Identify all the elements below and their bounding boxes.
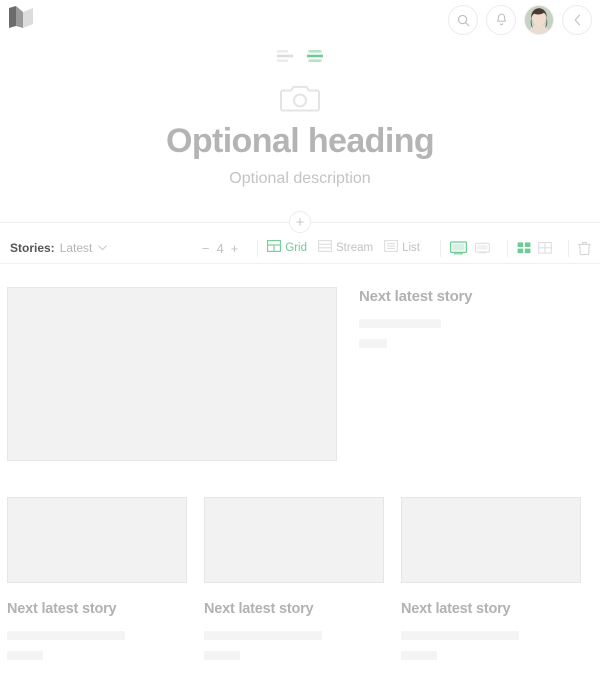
story-card-row: Next latest story Next latest story Next… (0, 497, 600, 660)
desktop-small-icon[interactable] (474, 241, 491, 255)
story-meta-bar-long (401, 631, 519, 640)
story-meta-bar-short (7, 651, 43, 660)
header-alignment-toggles (0, 49, 600, 63)
story-image-placeholder[interactable] (7, 287, 337, 461)
stepper-value: 4 (216, 240, 224, 256)
story-card[interactable]: Next latest story (204, 497, 384, 660)
align-left-icon[interactable] (276, 49, 294, 63)
view-mode-grid-label: Grid (285, 242, 308, 254)
divider (440, 239, 441, 257)
page-title[interactable]: Optional heading (0, 122, 600, 161)
divider (507, 239, 508, 257)
list-view-icon (384, 239, 399, 258)
story-meta-bar-long (359, 319, 441, 328)
stream-view-icon (318, 239, 332, 258)
stepper-minus-button[interactable]: − (202, 241, 210, 256)
trash-icon[interactable] (578, 241, 591, 256)
desktop-large-icon[interactable] (450, 241, 467, 255)
hero-story[interactable]: Next latest story (0, 278, 600, 483)
story-meta-bar-long (7, 631, 125, 640)
sort-value[interactable]: Latest (60, 241, 93, 255)
story-image-placeholder[interactable] (7, 497, 187, 583)
story-meta-bar-short (204, 651, 240, 660)
story-meta-bar-short (401, 651, 437, 660)
story-title[interactable]: Next latest story (401, 601, 581, 617)
page-description[interactable]: Optional description (0, 170, 600, 188)
stories-grid: Next latest story Next latest story Next… (0, 278, 600, 660)
story-meta-bar-short (359, 339, 387, 348)
grid-quad-icon[interactable] (538, 241, 552, 255)
view-mode-grid[interactable]: Grid (267, 239, 307, 258)
view-mode-stream-label: Stream (336, 242, 374, 254)
story-image-placeholder[interactable] (401, 497, 581, 583)
add-section-button[interactable]: + (289, 211, 311, 233)
view-mode-stream[interactable]: Stream (318, 239, 373, 258)
camera-icon (280, 82, 320, 119)
medium-logo[interactable] (9, 6, 35, 28)
story-title[interactable]: Next latest story (7, 601, 187, 617)
view-mode-list-label: List (402, 242, 420, 254)
search-icon[interactable] (448, 5, 478, 35)
story-card[interactable]: Next latest story (401, 497, 581, 660)
bell-icon[interactable] (486, 5, 516, 35)
chevron-left-icon[interactable] (562, 5, 592, 35)
story-image-placeholder[interactable] (204, 497, 384, 583)
stories-filter: Stories: Latest (0, 241, 108, 255)
divider (568, 239, 569, 257)
story-title[interactable]: Next latest story (359, 288, 579, 305)
grid-view-icon (267, 239, 282, 258)
top-bar-actions (448, 5, 592, 35)
stepper-plus-button[interactable]: + (231, 241, 239, 256)
stories-toolbar: Stories: Latest − 4 + Grid Stream List (0, 233, 600, 264)
avatar[interactable] (524, 5, 554, 35)
story-card[interactable]: Next latest story (7, 497, 187, 660)
toolbar-controls: − 4 + Grid Stream List (202, 239, 600, 258)
hero-story-meta: Next latest story (359, 288, 579, 348)
cover-image-uploader[interactable] (0, 82, 600, 119)
align-center-icon[interactable] (306, 49, 324, 63)
columns-stepper: − 4 + (202, 241, 238, 256)
story-title[interactable]: Next latest story (204, 601, 384, 617)
top-bar (0, 0, 600, 42)
view-mode-list[interactable]: List (384, 239, 420, 258)
chevron-down-icon[interactable] (98, 243, 108, 253)
grid-dense-icon[interactable] (517, 241, 531, 255)
stories-label: Stories: (10, 241, 55, 255)
publication-editor-page: Optional heading Optional description + … (0, 0, 600, 677)
divider (257, 239, 259, 257)
story-meta-bar-long (204, 631, 322, 640)
